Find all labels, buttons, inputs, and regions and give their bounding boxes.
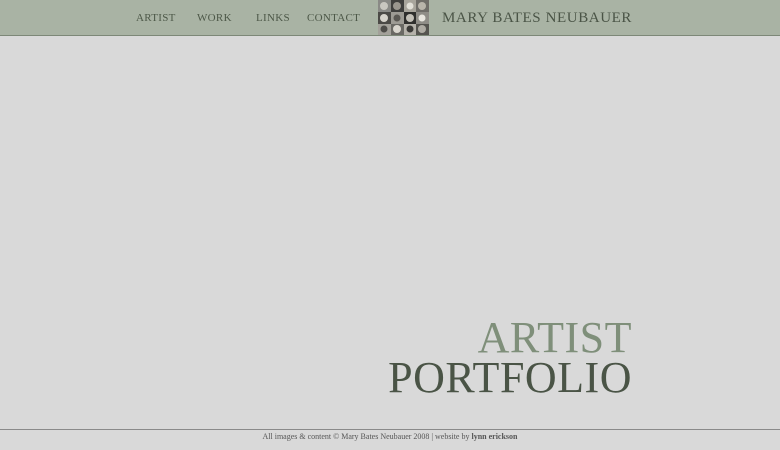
footer-credit-link[interactable]: lynn erickson [471, 432, 517, 441]
hero-portfolio-text: PORTFOLIO [388, 353, 632, 402]
hero-heading: ARTIST PORTFOLIO [388, 313, 632, 402]
site-title[interactable]: MARY BATES NEUBAUER [442, 10, 632, 26]
artwork-thumbnail-image [378, 0, 429, 35]
nav-links-link[interactable]: LINKS [256, 12, 290, 24]
hero-artist-text: ARTIST [477, 313, 632, 362]
nav-contact-link[interactable]: CONTACT [307, 12, 360, 24]
top-navigation-bar: ARTIST WORK LINKS CONTACT MARY BATES NEU… [0, 0, 780, 36]
nav-artist-link[interactable]: ARTIST [136, 12, 176, 24]
footer-divider [0, 429, 780, 430]
artwork-collage-icon [378, 0, 429, 35]
footer: All images & content © Mary Bates Neubau… [0, 432, 780, 442]
nav-work-link[interactable]: WORK [197, 12, 232, 24]
footer-copyright-text: All images & content © Mary Bates Neubau… [262, 432, 472, 441]
